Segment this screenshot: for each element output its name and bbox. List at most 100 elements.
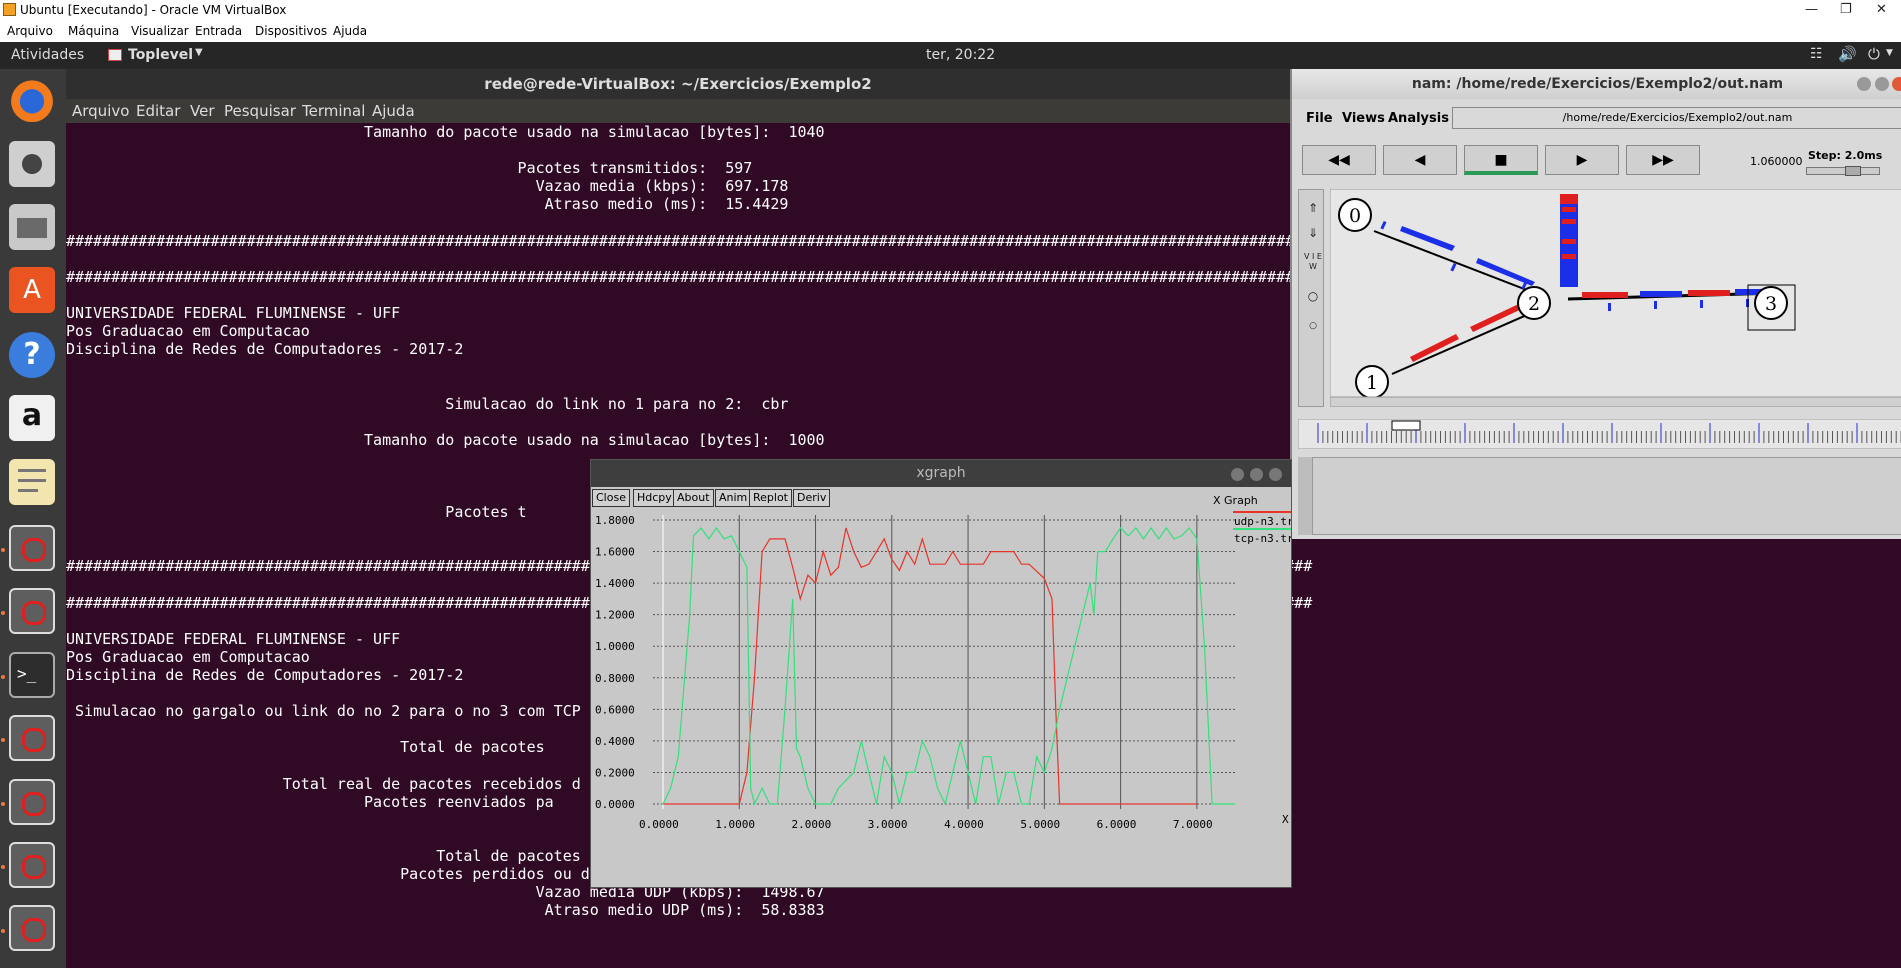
volume-icon[interactable]: 🔊 [1838, 45, 1857, 63]
x-tick-label: 1.0000 [715, 818, 755, 831]
x-tick-label: 3.0000 [868, 818, 908, 831]
host-menu-entrada[interactable]: Entrada [195, 24, 242, 38]
maximize-icon[interactable] [1250, 468, 1263, 481]
terminal-menu-terminal[interactable]: Terminal [302, 102, 365, 120]
help-icon[interactable]: ? [9, 332, 55, 378]
terminal-line: Total real de pacotes recebidos d [66, 775, 581, 793]
nam-menu-views[interactable]: Views [1342, 111, 1385, 126]
terminal-line: Pos Graduacao em Computacao [66, 648, 310, 666]
minimize-icon[interactable]: — [1805, 2, 1818, 17]
node-0-label: 0 [1349, 205, 1361, 227]
network-icon[interactable]: ☷ [1810, 46, 1823, 62]
terminal-line: Simulacao no gargalo ou link do no 2 par… [66, 702, 581, 720]
network-canvas[interactable]: 0 1 2 3 [1330, 189, 1901, 407]
host-menu-ajuda[interactable]: Ajuda [333, 24, 367, 38]
terminal-icon[interactable]: >_ [9, 652, 55, 698]
minimize-icon[interactable] [1231, 468, 1244, 481]
terminal-line: Pos Graduacao em Computacao [66, 322, 310, 340]
terminal-menu-pesquisar[interactable]: Pesquisar [224, 102, 296, 120]
zoom-out-icon[interactable]: ⇓ [1302, 222, 1324, 244]
terminal-line: Disciplina de Redes de Computadores - 20… [66, 340, 464, 358]
timeline-cursor [1391, 420, 1421, 431]
stop-button[interactable]: ■ [1464, 145, 1538, 175]
blocked-app-icon[interactable] [9, 842, 55, 888]
circle-icon[interactable]: ○ [1302, 285, 1324, 307]
activities-button[interactable]: Atividades [11, 47, 84, 63]
blocked-app-icon[interactable] [9, 588, 55, 634]
nam-menu-analysis[interactable]: Analysis [1388, 111, 1449, 126]
x-axis-label: X [1282, 813, 1289, 826]
zoom-in-icon[interactable]: ⇑ [1302, 197, 1324, 219]
app-menu-icon [108, 49, 122, 61]
xgraph-hdcpy-button[interactable]: Hdcpy [633, 489, 676, 507]
xgraph-about-button[interactable]: About [673, 489, 714, 507]
y-tick-label: 1.8000 [595, 514, 635, 527]
play-forward-button[interactable]: ▶ [1545, 145, 1619, 175]
terminal-line: UNIVERSIDADE FEDERAL FLUMINENSE - UFF [66, 304, 401, 322]
terminal-menu-editar[interactable]: Editar [136, 102, 180, 120]
host-menu-visualizar[interactable]: Visualizar [131, 24, 189, 38]
blocked-app-icon[interactable] [9, 525, 55, 571]
host-menu-arquivo[interactable]: Arquivo [7, 24, 53, 38]
xgraph-titlebar[interactable]: xgraph [591, 460, 1291, 487]
small-circle-icon[interactable]: ○ [1302, 315, 1324, 337]
host-menubar: Arquivo Máquina Visualizar Entrada Dispo… [0, 20, 1901, 42]
clock[interactable]: ter, 20:22 [926, 47, 995, 63]
terminal-menu-ver[interactable]: Ver [190, 102, 215, 120]
series-line-tcp-n3-tr [662, 526, 1235, 806]
node-2-label: 2 [1528, 293, 1540, 315]
host-menu-maquina[interactable]: Máquina [68, 24, 119, 38]
text-editor-icon[interactable] [9, 459, 55, 505]
power-icon[interactable]: ⏻ [1868, 45, 1880, 63]
terminal-line: Disciplina de Redes de Computadores - 20… [66, 666, 464, 684]
nam-titlebar[interactable]: nam: /home/rede/Exercicios/Exemplo2/out.… [1292, 69, 1901, 99]
minimize-icon[interactable] [1857, 77, 1871, 91]
maximize-icon[interactable] [1875, 77, 1889, 91]
terminal-line: Atraso medio (ms): 15.4429 [66, 195, 789, 213]
step-slider-handle[interactable] [1845, 166, 1861, 176]
terminal-menubar: Arquivo Editar Ver Pesquisar Terminal Aj… [66, 99, 1290, 123]
fast-forward-button[interactable]: ▶▶ [1626, 145, 1700, 175]
xgraph-anim-button[interactable]: Anim [715, 489, 752, 507]
y-tick-label: 0.4000 [595, 735, 635, 748]
annotation-panel[interactable] [1298, 457, 1901, 535]
view-icon[interactable]: V I E W [1302, 252, 1324, 274]
chevron-down-icon[interactable]: ▼ [1886, 48, 1893, 58]
blocked-app-icon[interactable] [9, 715, 55, 761]
xgraph-deriv-button[interactable]: Deriv [793, 489, 831, 507]
nam-menu-file[interactable]: File [1306, 111, 1333, 126]
virtualbox-icon [3, 3, 16, 16]
host-menu-dispositivos[interactable]: Dispositivos [255, 24, 327, 38]
y-tick-label: 1.6000 [595, 546, 635, 559]
files-icon[interactable] [9, 204, 55, 250]
app-menu-button[interactable]: Toplevel [128, 47, 193, 63]
close-icon[interactable] [1892, 77, 1901, 91]
gnome-topbar: Atividades Toplevel ▼ ter, 20:22 ☷ 🔊 ⏻ ▼ [0, 42, 1901, 69]
terminal-line: Atraso medio UDP (ms): 58.8383 [66, 901, 825, 919]
xgraph-plot: 0.0000 0.2000 0.4000 0.6000 0.8000 1.0000 1.20… [595, 511, 1291, 831]
speaker-app-icon[interactable] [9, 141, 55, 187]
close-icon[interactable] [1269, 468, 1282, 481]
maximize-icon[interactable]: ❐ [1840, 2, 1852, 17]
firefox-icon[interactable] [9, 76, 55, 122]
terminal-titlebar[interactable]: rede@rede-VirtualBox: ~/Exercicios/Exemp… [66, 69, 1290, 99]
blocked-app-icon[interactable] [9, 779, 55, 825]
node-3-label: 3 [1765, 293, 1777, 315]
amazon-icon[interactable]: a [9, 395, 55, 441]
close-icon[interactable]: ✕ [1876, 2, 1887, 17]
rewind-button[interactable]: ◀◀ [1302, 145, 1376, 175]
xgraph-close-button[interactable]: Close [592, 489, 630, 507]
software-center-icon[interactable]: A [9, 267, 55, 313]
x-tick-label: 2.0000 [792, 818, 832, 831]
annotation-scrollbar[interactable] [1298, 457, 1313, 535]
xgraph-replot-button[interactable]: Replot [749, 489, 792, 507]
terminal-menu-arquivo[interactable]: Arquivo [72, 102, 129, 120]
play-backward-button[interactable]: ◀ [1383, 145, 1457, 175]
terminal-title: rede@rede-VirtualBox: ~/Exercicios/Exemp… [484, 75, 872, 93]
y-tick-label: 1.0000 [595, 640, 635, 653]
running-indicator [1, 802, 5, 806]
blocked-app-icon[interactable] [9, 905, 55, 951]
step-slider[interactable] [1806, 166, 1880, 176]
terminal-menu-ajuda[interactable]: Ajuda [372, 102, 415, 120]
timeline-ruler[interactable] [1298, 419, 1901, 449]
